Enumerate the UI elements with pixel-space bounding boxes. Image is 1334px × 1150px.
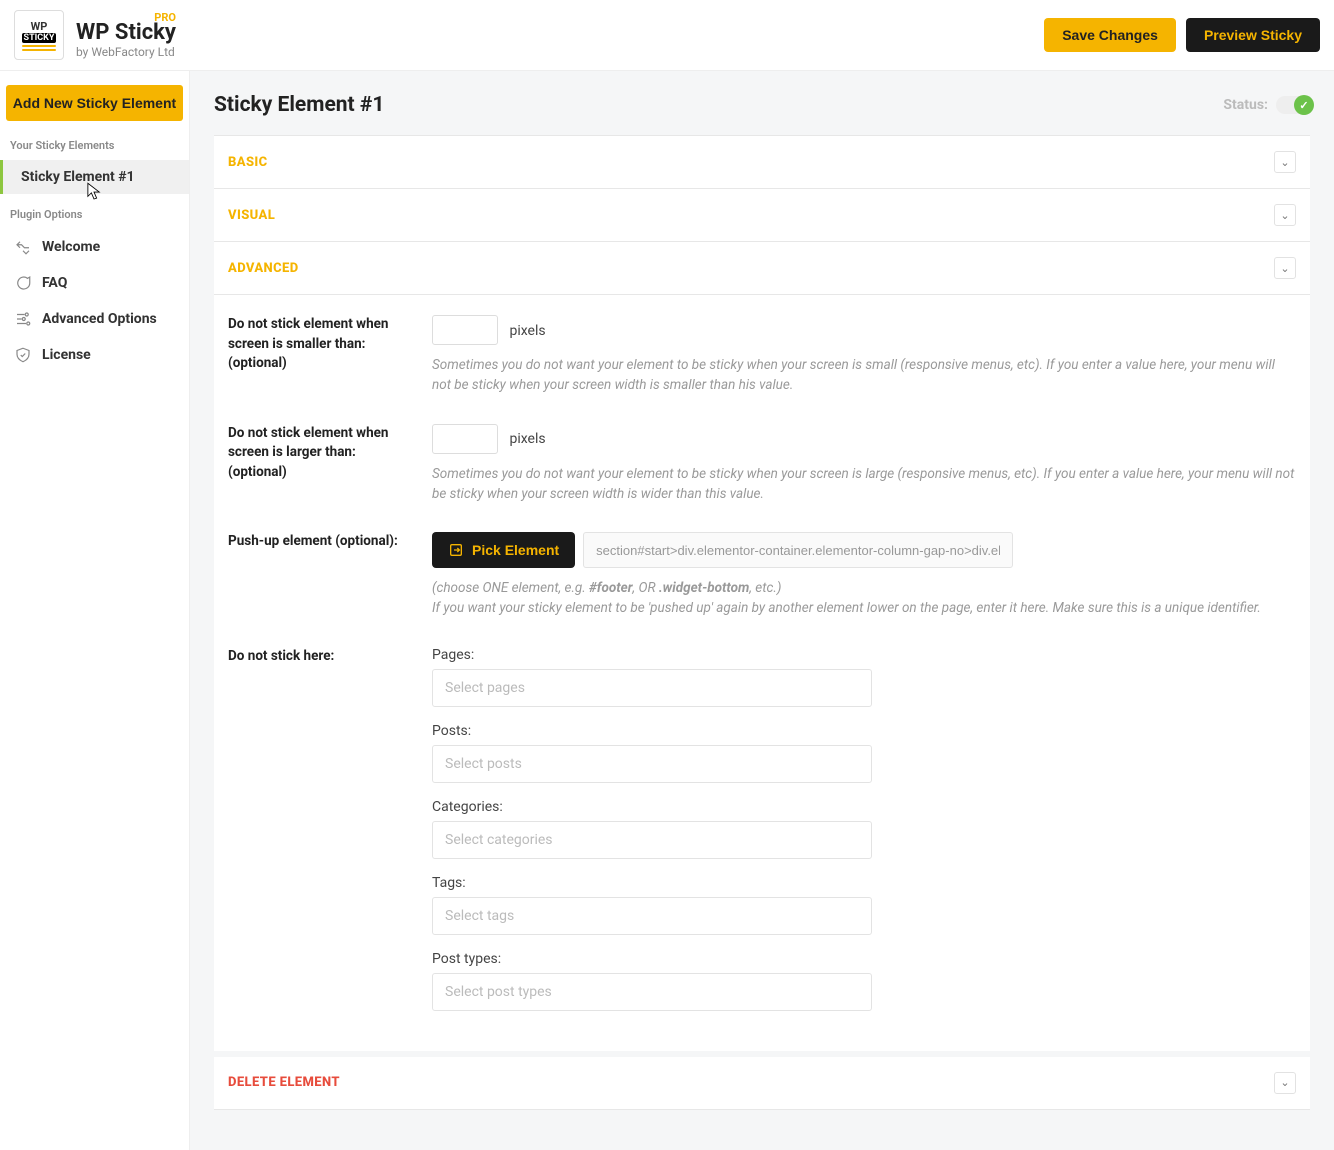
panel-title: BASIC [228, 155, 268, 170]
unit-label: pixels [509, 323, 545, 339]
handshake-icon [14, 238, 32, 256]
panel-visual[interactable]: VISUAL ⌄ [214, 189, 1310, 242]
select-categories[interactable]: Select categories [432, 821, 872, 859]
pick-button-label: Pick Element [472, 542, 559, 558]
field-label: Do not stick element when screen is smal… [228, 315, 408, 396]
sidebar-section-options: Plugin Options [0, 204, 189, 229]
group-label-posts: Posts: [432, 723, 1296, 739]
field-description: (choose ONE element, e.g. #footer, OR .w… [432, 578, 1296, 619]
panel-title: ADVANCED [228, 261, 299, 276]
sidebar-item-welcome[interactable]: Welcome [0, 229, 189, 265]
max-screen-input[interactable] [432, 424, 498, 454]
pick-element-button[interactable]: Pick Element [432, 532, 575, 568]
field-max-screen: Do not stick element when screen is larg… [228, 424, 1296, 505]
app-name: WP Sticky [76, 20, 176, 45]
status-label: Status: [1223, 97, 1268, 113]
sidebar-item-label: Sticky Element #1 [21, 169, 135, 185]
logo-block: WPSTICKY PRO WP Sticky by WebFactory Ltd [14, 10, 176, 60]
select-tags[interactable]: Select tags [432, 897, 872, 935]
top-actions: Save Changes Preview Sticky [1044, 18, 1320, 52]
save-button[interactable]: Save Changes [1044, 18, 1176, 52]
panel-delete[interactable]: DELETE ELEMENT ⌄ [214, 1057, 1310, 1110]
sidebar-item-advanced-options[interactable]: Advanced Options [0, 301, 189, 337]
field-pushup: Push-up element (optional): Pick Element… [228, 532, 1296, 619]
page-title: Sticky Element #1 [214, 93, 384, 117]
field-label: Do not stick element when screen is larg… [228, 424, 408, 505]
field-label: Do not stick here: [228, 647, 408, 1027]
field-dont-stick: Do not stick here: Pages: Select pages P… [228, 647, 1296, 1027]
field-description: Sometimes you do not want your element t… [432, 464, 1296, 505]
chevron-down-icon: ⌄ [1274, 151, 1296, 173]
group-label-post-types: Post types: [432, 951, 1296, 967]
sidebar-item-faq[interactable]: FAQ [0, 265, 189, 301]
cursor-icon [87, 182, 101, 202]
add-sticky-button[interactable]: Add New Sticky Element [6, 85, 183, 121]
field-min-screen: Do not stick element when screen is smal… [228, 315, 1296, 396]
sidebar-item-label: Advanced Options [42, 311, 157, 327]
main-content: Sticky Element #1 Status: ✓ BASIC ⌄ VISU… [190, 71, 1334, 1150]
sidebar-item-sticky-1[interactable]: Sticky Element #1 [0, 160, 189, 194]
chat-icon [14, 274, 32, 292]
status-toggle[interactable]: ✓ [1276, 96, 1310, 114]
sidebar-section-elements: Your Sticky Elements [0, 135, 189, 160]
select-post-types[interactable]: Select post types [432, 973, 872, 1011]
sidebar-item-label: Welcome [42, 239, 100, 255]
panel-advanced[interactable]: ADVANCED ⌄ [214, 242, 1310, 295]
panel-title: VISUAL [228, 208, 275, 223]
shield-icon [14, 346, 32, 364]
panel-advanced-body: Do not stick element when screen is smal… [214, 295, 1310, 1051]
panel-basic[interactable]: BASIC ⌄ [214, 135, 1310, 189]
group-label-tags: Tags: [432, 875, 1296, 891]
select-posts[interactable]: Select posts [432, 745, 872, 783]
sidebar-item-label: FAQ [42, 275, 67, 291]
logo-icon: WPSTICKY [14, 10, 64, 60]
top-header: WPSTICKY PRO WP Sticky by WebFactory Ltd… [0, 0, 1334, 71]
pushup-selector-input[interactable] [583, 532, 1013, 568]
chevron-down-icon: ⌄ [1274, 257, 1296, 279]
sliders-icon [14, 310, 32, 328]
chevron-down-icon: ⌄ [1274, 204, 1296, 226]
select-pages[interactable]: Select pages [432, 669, 872, 707]
field-label: Push-up element (optional): [228, 532, 408, 619]
preview-button[interactable]: Preview Sticky [1186, 18, 1320, 52]
status-block: Status: ✓ [1223, 96, 1310, 114]
group-label-pages: Pages: [432, 647, 1296, 663]
sidebar-item-license[interactable]: License [0, 337, 189, 373]
check-icon: ✓ [1294, 95, 1314, 115]
chevron-down-icon: ⌄ [1274, 1072, 1296, 1094]
unit-label: pixels [509, 431, 545, 447]
target-icon [448, 542, 464, 558]
sidebar: Add New Sticky Element Your Sticky Eleme… [0, 71, 190, 1150]
min-screen-input[interactable] [432, 315, 498, 345]
sidebar-item-label: License [42, 347, 91, 363]
by-line: by WebFactory Ltd [76, 45, 176, 59]
group-label-categories: Categories: [432, 799, 1296, 815]
field-description: Sometimes you do not want your element t… [432, 355, 1296, 396]
panel-title: DELETE ELEMENT [228, 1075, 340, 1090]
